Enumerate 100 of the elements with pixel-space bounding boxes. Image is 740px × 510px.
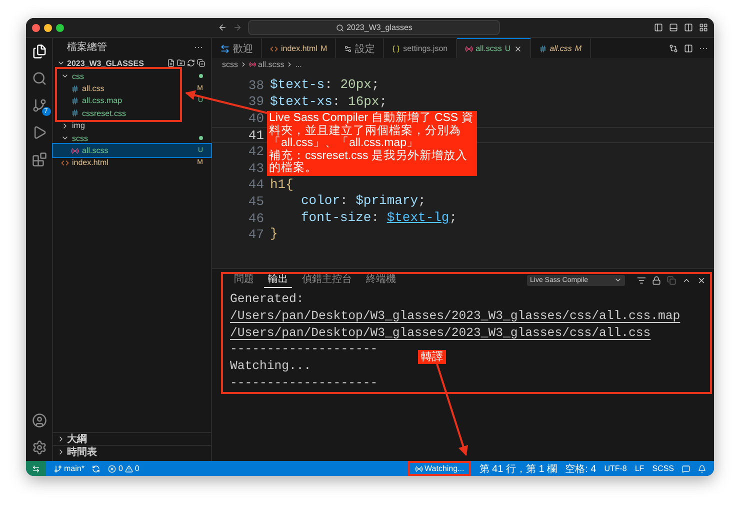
split-layout-icon[interactable]: [684, 23, 693, 32]
tree-item[interactable]: css: [53, 70, 211, 82]
files-icon[interactable]: [32, 44, 46, 59]
settings-file-icon: [344, 44, 352, 52]
account-icon[interactable]: [32, 413, 46, 428]
close-icon[interactable]: [514, 44, 522, 52]
sass-watching-status[interactable]: Watching...: [410, 464, 468, 473]
panel-tab[interactable]: 偵錯主控台: [298, 272, 356, 288]
feedback-icon[interactable]: [682, 464, 690, 472]
settings-icon[interactable]: [32, 440, 46, 455]
layout-grid-icon[interactable]: [699, 23, 708, 32]
more-actions[interactable]: ···: [699, 43, 708, 53]
problems-indicator[interactable]: 0 0: [108, 464, 140, 473]
back-icon[interactable]: [218, 23, 227, 32]
hash-icon: [71, 109, 79, 118]
annotation-text: 「all.css」、「all.css.map」: [269, 137, 418, 150]
editor-tab[interactable]: all.css M: [530, 38, 591, 58]
output-line: --------------------: [230, 374, 378, 392]
sidebar-title: 檔案總管: [67, 40, 107, 54]
status-item[interactable]: SCSS: [652, 464, 674, 473]
chevron-down-icon: [614, 276, 622, 284]
chevron-right-icon: [61, 122, 69, 130]
chevron-right-icon: [286, 60, 294, 68]
split-editor-icon[interactable]: [684, 44, 693, 52]
status-item[interactable]: LF: [634, 464, 644, 473]
filter-icon[interactable]: [637, 276, 646, 284]
breadcrumb-item[interactable]: all.scss: [258, 60, 284, 68]
hash-icon: [538, 44, 547, 52]
editor-tab[interactable]: all.scss U: [456, 38, 531, 58]
collapsible-section[interactable]: 時間表: [53, 445, 211, 458]
hash-icon: [71, 96, 79, 105]
output-line: --------------------: [230, 341, 378, 358]
panel-tab[interactable]: 輸出: [264, 272, 292, 288]
code-line: $text-xs: 16px;: [270, 94, 388, 110]
code-icon: [270, 44, 278, 52]
copy-icon[interactable]: [667, 276, 676, 284]
compare-icon[interactable]: [669, 44, 678, 52]
search-icon[interactable]: [32, 71, 46, 86]
hash-icon: [71, 84, 79, 93]
code-line: }: [270, 226, 278, 243]
code-line: font-size: $text-lg;: [301, 210, 458, 226]
status-item[interactable]: UTF-8: [604, 464, 627, 473]
workspace-folder[interactable]: 2023_W3_GLASSES: [67, 58, 165, 68]
line-number: 38: [248, 80, 264, 91]
refresh-icon[interactable]: [187, 59, 195, 67]
output-line: Generated:: [230, 291, 304, 308]
line-number: 47: [248, 229, 264, 240]
collapse-all-icon[interactable]: [197, 59, 205, 67]
error-icon: [108, 464, 116, 472]
extensions-icon[interactable]: [32, 152, 46, 167]
search-icon: [336, 24, 344, 32]
line-number: 46: [248, 212, 264, 224]
new-file-icon[interactable]: [167, 59, 175, 67]
code-line: $text-s: 20px;: [270, 77, 380, 94]
code-line: h1{: [270, 176, 294, 194]
status-item[interactable]: 空格: 4: [565, 462, 596, 476]
line-number: 41: [248, 130, 264, 141]
close-icon[interactable]: [697, 276, 706, 284]
annotation-text: 補充：cssreset.css 是我另外新增放入的檔案。: [269, 150, 468, 175]
breadcrumb-item[interactable]: scss: [222, 60, 238, 68]
tree-item[interactable]: img: [53, 120, 211, 132]
status-item[interactable]: 第 41 行，第 1 欄: [479, 462, 558, 476]
chevron-right-icon: [240, 60, 247, 68]
line-number: 44: [248, 179, 264, 190]
sync-icon[interactable]: [92, 464, 100, 472]
remote-indicator[interactable]: [26, 461, 46, 476]
command-center-search[interactable]: 2023_W3_glasses: [248, 20, 500, 35]
close-button[interactable]: [32, 24, 40, 32]
branch-icon: [54, 464, 62, 472]
forward-icon[interactable]: [233, 23, 242, 32]
annotation-label: 轉譯: [418, 350, 446, 364]
branch-indicator[interactable]: main*: [54, 464, 84, 473]
panel-layout-icon[interactable]: [669, 23, 678, 32]
code-icon: [61, 158, 69, 167]
file-link[interactable]: /Users/pan/Desktop/W3_glasses/2023_W3_glasses/css/all.css: [230, 324, 651, 342]
line-number: 43: [248, 162, 264, 174]
panel-tab[interactable]: 問題: [230, 272, 258, 288]
new-folder-icon[interactable]: [177, 59, 185, 67]
annotation-text: Live Sass Compiler 自動新增了 CSS 資料夾，並且建立了兩個檔案，分別為: [269, 112, 474, 137]
panel-tab[interactable]: 終端機: [362, 272, 400, 288]
code-line: color: $primary;: [301, 193, 426, 210]
braces-icon: [392, 44, 400, 52]
output-line: Watching...: [230, 358, 312, 375]
remote-icon: [32, 464, 40, 472]
run-debug-icon[interactable]: [32, 125, 46, 140]
file-link[interactable]: /Users/pan/Desktop/W3_glasses/2023_W3_glasses/css/all.css.map: [230, 308, 680, 325]
line-number: 42: [248, 146, 264, 158]
minimize-button[interactable]: [44, 24, 52, 32]
tree-item[interactable]: cssreset.css: [53, 107, 211, 120]
collapsible-section[interactable]: 大綱: [53, 432, 211, 445]
source-control-icon[interactable]: [32, 98, 46, 113]
more-actions[interactable]: ···: [194, 42, 203, 52]
sidebar-layout-icon[interactable]: [654, 23, 663, 32]
zoom-button[interactable]: [56, 24, 64, 32]
breadcrumb-item[interactable]: ...: [295, 60, 302, 68]
line-number: 40: [248, 112, 264, 124]
lock-icon[interactable]: [652, 276, 661, 284]
bell-icon[interactable]: [698, 464, 706, 472]
line-number: 45: [248, 196, 264, 207]
tree-item[interactable]: scss: [53, 132, 211, 144]
